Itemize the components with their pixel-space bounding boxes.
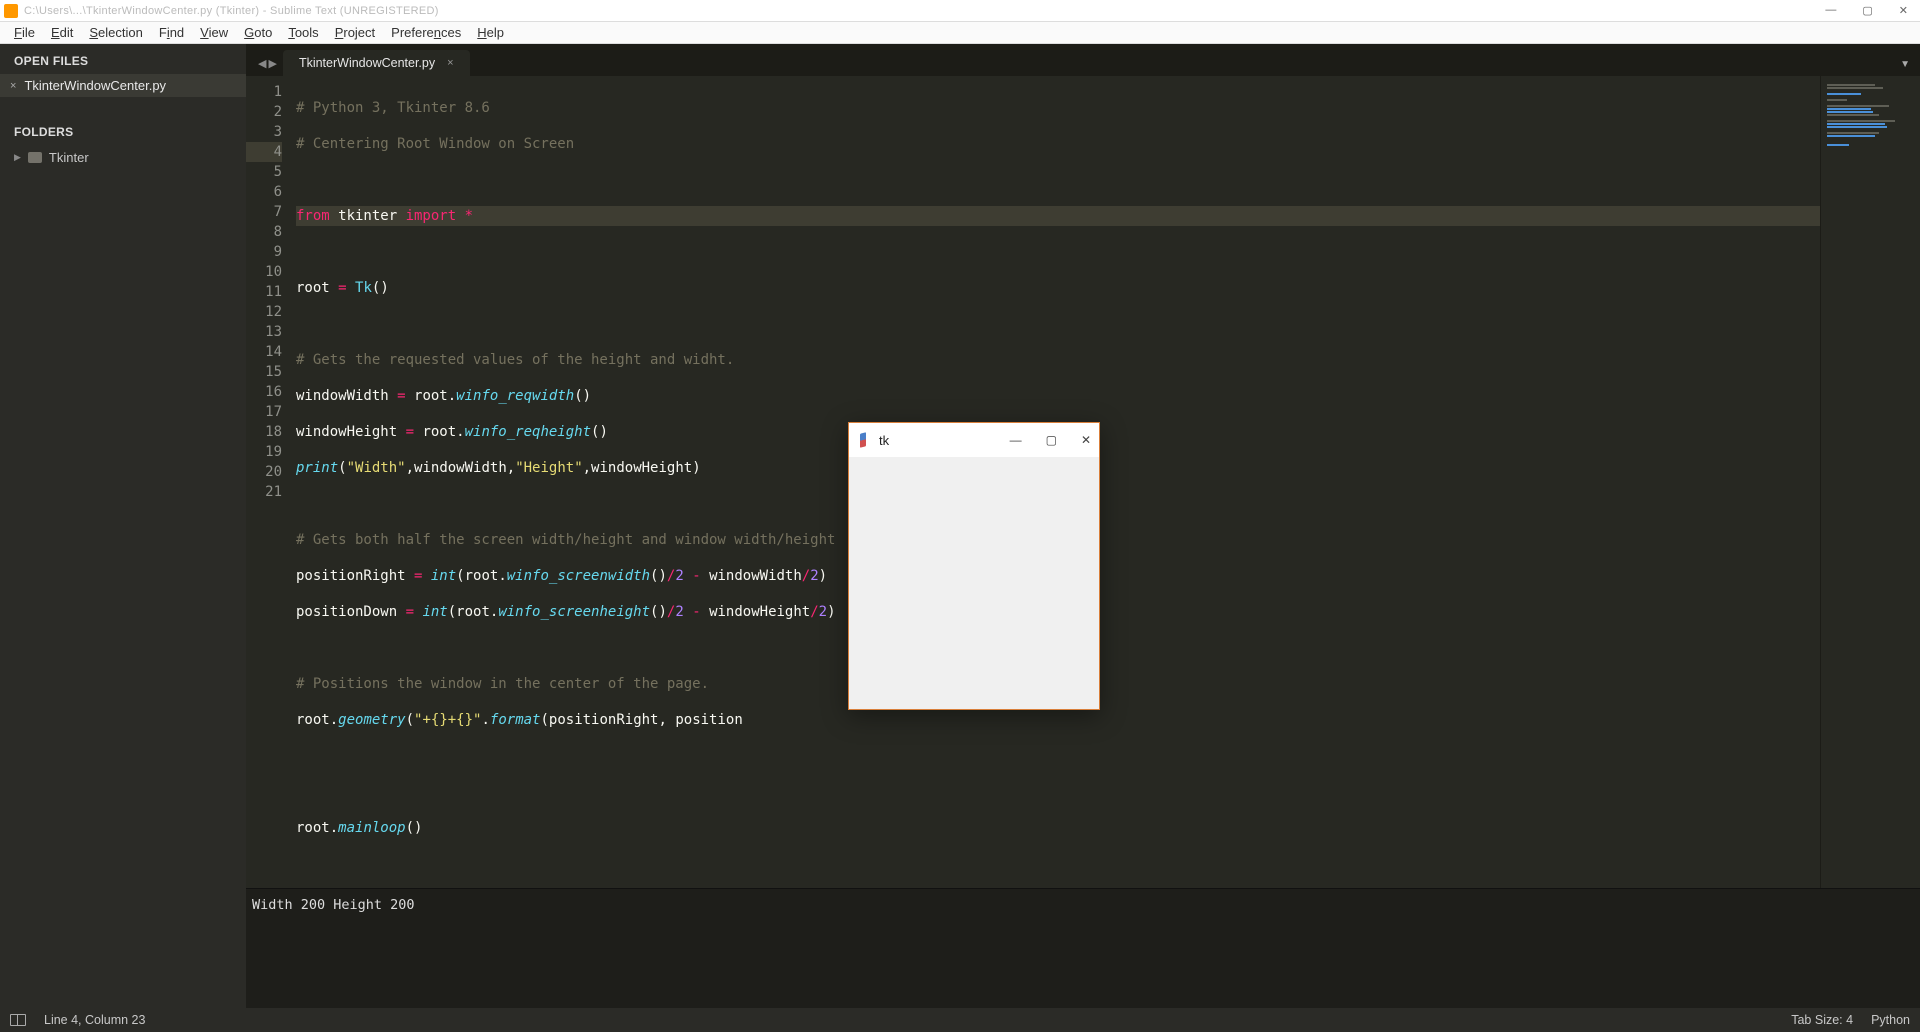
menu-edit[interactable]: Edit <box>43 25 81 40</box>
expand-icon[interactable]: ▶ <box>14 152 21 163</box>
folder-icon <box>28 152 42 163</box>
minimize-button[interactable]: — <box>1825 4 1836 17</box>
menu-project[interactable]: Project <box>327 25 383 40</box>
maximize-button[interactable]: ▢ <box>1862 4 1872 17</box>
panes-icon[interactable] <box>10 1014 26 1026</box>
menu-find[interactable]: Find <box>151 25 192 40</box>
folder-name: Tkinter <box>49 150 89 165</box>
console-line: Width 200 Height 200 <box>252 897 1914 913</box>
syntax-label[interactable]: Python <box>1871 1013 1910 1027</box>
menu-tools[interactable]: Tools <box>280 25 326 40</box>
app-icon <box>4 4 18 18</box>
os-titlebar: C:\Users\...\TkinterWindowCenter.py (Tki… <box>0 0 1920 22</box>
build-output[interactable]: Width 200 Height 200 <box>246 888 1920 1008</box>
minimap[interactable] <box>1820 76 1920 888</box>
folder-item[interactable]: ▶ Tkinter <box>0 145 246 170</box>
menu-preferences[interactable]: Preferences <box>383 25 469 40</box>
tab-active[interactable]: TkinterWindowCenter.py × <box>283 50 470 76</box>
tk-title: tk <box>879 433 889 448</box>
open-file-item[interactable]: × TkinterWindowCenter.py <box>0 74 246 97</box>
tk-window[interactable]: tk — ▢ ✕ <box>848 422 1100 710</box>
tab-label: TkinterWindowCenter.py <box>299 56 435 70</box>
tk-titlebar[interactable]: tk — ▢ ✕ <box>849 423 1099 457</box>
tab-size[interactable]: Tab Size: 4 <box>1791 1013 1853 1027</box>
status-bar: Line 4, Column 23 Tab Size: 4 Python <box>0 1008 1920 1032</box>
menu-goto[interactable]: Goto <box>236 25 280 40</box>
open-files-header: OPEN FILES <box>0 44 246 74</box>
close-button[interactable]: ✕ <box>1899 4 1908 17</box>
nav-back-icon[interactable]: ◀ <box>258 57 266 70</box>
menu-selection[interactable]: Selection <box>81 25 150 40</box>
tab-close-icon[interactable]: × <box>447 57 453 69</box>
menu-help[interactable]: Help <box>469 25 512 40</box>
tk-close-button[interactable]: ✕ <box>1081 433 1091 447</box>
tab-bar: ◀ ▶ TkinterWindowCenter.py × ▼ <box>246 44 1920 76</box>
window-title: C:\Users\...\TkinterWindowCenter.py (Tki… <box>24 5 439 17</box>
menu-file[interactable]: File <box>6 25 43 40</box>
folders-header: FOLDERS <box>0 115 246 145</box>
close-file-icon[interactable]: × <box>10 80 16 92</box>
tk-maximize-button[interactable]: ▢ <box>1046 433 1057 447</box>
tab-overflow-icon[interactable]: ▼ <box>1890 53 1920 76</box>
menu-view[interactable]: View <box>192 25 236 40</box>
open-file-name: TkinterWindowCenter.py <box>24 78 166 93</box>
nav-forward-icon[interactable]: ▶ <box>268 57 276 70</box>
menu-bar: File Edit Selection Find View Goto Tools… <box>0 22 1920 44</box>
sidebar: OPEN FILES × TkinterWindowCenter.py FOLD… <box>0 44 246 1008</box>
line-gutter: 123456789101112131415161718192021 <box>246 76 290 888</box>
tk-feather-icon <box>857 433 871 447</box>
cursor-position[interactable]: Line 4, Column 23 <box>44 1013 145 1027</box>
tk-minimize-button[interactable]: — <box>1010 433 1022 447</box>
